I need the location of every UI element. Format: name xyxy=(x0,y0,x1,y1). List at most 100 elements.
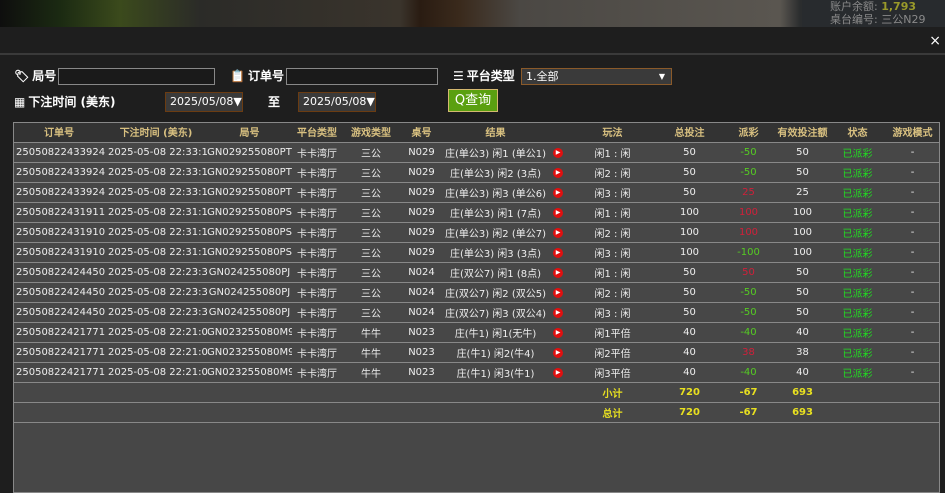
close-button[interactable]: × xyxy=(929,33,941,49)
status-cell: 已派彩 xyxy=(830,362,885,383)
order-id-cell: 250508224319108 xyxy=(13,242,105,263)
table-no-cell: N029 xyxy=(400,202,443,223)
play-video-icon[interactable]: ▶ xyxy=(553,208,563,218)
platform-cell: 卡卡湾厅 xyxy=(292,162,342,183)
bet-time-cell: 2025-05-08 22:33:18 xyxy=(105,142,207,163)
play-type-cell: 闲3 : 闲 xyxy=(568,182,657,203)
play-type-cell: 闲1 : 闲 xyxy=(568,262,657,283)
total-row: 总计 720 -67 693 xyxy=(13,402,940,423)
play-video-icon[interactable]: ▶ xyxy=(553,228,563,238)
subtotal-label: 小计 xyxy=(568,382,657,403)
play-video-icon[interactable]: ▶ xyxy=(553,348,563,358)
platform-value: 1.全部 xyxy=(526,70,559,83)
order-id-cell: 250508224319110 xyxy=(13,202,105,223)
bet-table: 订单号 下注时间 (美东) 局号 平台类型 游戏类型 桌号 结果 玩法 总投注 派彩 有效投注额 状态… xyxy=(13,122,940,423)
platform-cell: 卡卡湾厅 xyxy=(292,322,342,343)
game-mode-cell: - xyxy=(885,282,940,303)
round-id-cell: GN029255080PT xyxy=(207,142,292,163)
game-mode-cell: - xyxy=(885,182,940,203)
platform-cell: 卡卡湾厅 xyxy=(292,262,342,283)
date-to-picker[interactable]: 2025/05/08▼ xyxy=(298,92,376,112)
play-type-cell: 闲3 : 闲 xyxy=(568,242,657,263)
column-header: 下注时间 (美东) xyxy=(105,122,207,143)
total-bet-cell: 50 xyxy=(657,162,722,183)
result-cell: 庄(单公3) 闲2 (3点) xyxy=(443,162,548,183)
valid-bet-cell: 50 xyxy=(775,282,830,303)
play-video-icon[interactable]: ▶ xyxy=(553,268,563,278)
query-button[interactable]: Q查询 xyxy=(448,89,498,112)
play-video-icon[interactable]: ▶ xyxy=(553,288,563,298)
time-filter-label: ▦ 下注时间 (美东) xyxy=(14,93,116,110)
result-cell: 庄(牛1) 闲1(无牛) xyxy=(443,322,548,343)
payout-cell: 38 xyxy=(722,342,775,363)
total-bet-cell: 40 xyxy=(657,322,722,343)
bet-time-cell: 2025-05-08 22:31:19 xyxy=(105,222,207,243)
play-video-icon[interactable]: ▶ xyxy=(553,148,563,158)
order-id-cell: 250508224217715 xyxy=(13,342,105,363)
play-type-cell: 闲1 : 闲 xyxy=(568,202,657,223)
valid-bet-cell: 40 xyxy=(775,322,830,343)
column-header: 订单号 xyxy=(13,122,105,143)
status-cell: 已派彩 xyxy=(830,202,885,223)
account-info: 账户余额: 1,793 桌台编号: 三公N29 xyxy=(802,0,945,27)
order-input[interactable] xyxy=(286,68,438,85)
round-filter-label: 🏷 局号 xyxy=(14,67,56,84)
play-video-icon[interactable]: ▶ xyxy=(553,328,563,338)
payout-cell: -40 xyxy=(722,322,775,343)
game-mode-cell: - xyxy=(885,342,940,363)
bet-time-cell: 2025-05-08 22:21:06 xyxy=(105,362,207,383)
column-header: 桌号 xyxy=(400,122,443,143)
platform-cell: 卡卡湾厅 xyxy=(292,202,342,223)
table-label: 桌台编号: xyxy=(830,13,878,26)
order-id-cell: 250508224217716 xyxy=(13,322,105,343)
payout-cell: -50 xyxy=(722,302,775,323)
table-row: 250508224339244 2025-05-08 22:33:18 GN0292… xyxy=(13,142,940,163)
total-bet-cell: 50 xyxy=(657,282,722,303)
round-id-cell: GN029255080PS xyxy=(207,202,292,223)
table-row: 250508224217714 2025-05-08 22:21:06 GN0232… xyxy=(13,362,940,383)
order-filter-label: 📋 订单号 xyxy=(230,67,284,84)
payout-cell: -50 xyxy=(722,282,775,303)
game-mode-cell: - xyxy=(885,202,940,223)
payout-cell: 50 xyxy=(722,262,775,283)
game-mode-cell: - xyxy=(885,242,940,263)
replay-cell: ▶ xyxy=(548,202,568,223)
order-id-cell: 250508224217714 xyxy=(13,362,105,383)
valid-bet-cell: 100 xyxy=(775,202,830,223)
table-no-cell: N029 xyxy=(400,162,443,183)
play-type-cell: 闲2 : 闲 xyxy=(568,222,657,243)
play-video-icon[interactable]: ▶ xyxy=(553,168,563,178)
date-from-picker[interactable]: 2025/05/08▼ xyxy=(165,92,243,112)
replay-cell: ▶ xyxy=(548,302,568,323)
total-bet: 720 xyxy=(657,402,722,423)
table-no-cell: N029 xyxy=(400,222,443,243)
order-id-cell: 250508224339244 xyxy=(13,142,105,163)
total-bet-cell: 100 xyxy=(657,202,722,223)
order-id-cell: 250508224339242 xyxy=(13,182,105,203)
game-background: 账户余额: 1,793 桌台编号: 三公N29 xyxy=(0,0,945,27)
replay-cell: ▶ xyxy=(548,342,568,363)
payout-cell: -50 xyxy=(722,142,775,163)
game-type-cell: 三公 xyxy=(342,182,400,203)
platform-cell: 卡卡湾厅 xyxy=(292,342,342,363)
column-header: 结果 xyxy=(443,122,548,143)
round-input[interactable] xyxy=(58,68,215,85)
play-video-icon[interactable]: ▶ xyxy=(553,188,563,198)
valid-bet-cell: 50 xyxy=(775,142,830,163)
play-video-icon[interactable]: ▶ xyxy=(553,308,563,318)
play-video-icon[interactable]: ▶ xyxy=(553,248,563,258)
list-icon: ☰ xyxy=(453,68,464,83)
status-cell: 已派彩 xyxy=(830,162,885,183)
play-video-icon[interactable]: ▶ xyxy=(553,368,563,378)
result-cell: 庄(单公3) 闲3 (3点) xyxy=(443,242,548,263)
platform-cell: 卡卡湾厅 xyxy=(292,142,342,163)
replay-cell: ▶ xyxy=(548,282,568,303)
result-cell: 庄(单公3) 闲3 (单公6) xyxy=(443,182,548,203)
status-cell: 已派彩 xyxy=(830,322,885,343)
platform-select[interactable]: 1.全部 ▼ xyxy=(521,68,672,85)
total-bet-cell: 100 xyxy=(657,222,722,243)
replay-cell: ▶ xyxy=(548,262,568,283)
total-payout: -67 xyxy=(722,402,775,423)
valid-bet-cell: 50 xyxy=(775,262,830,283)
game-type-cell: 三公 xyxy=(342,282,400,303)
